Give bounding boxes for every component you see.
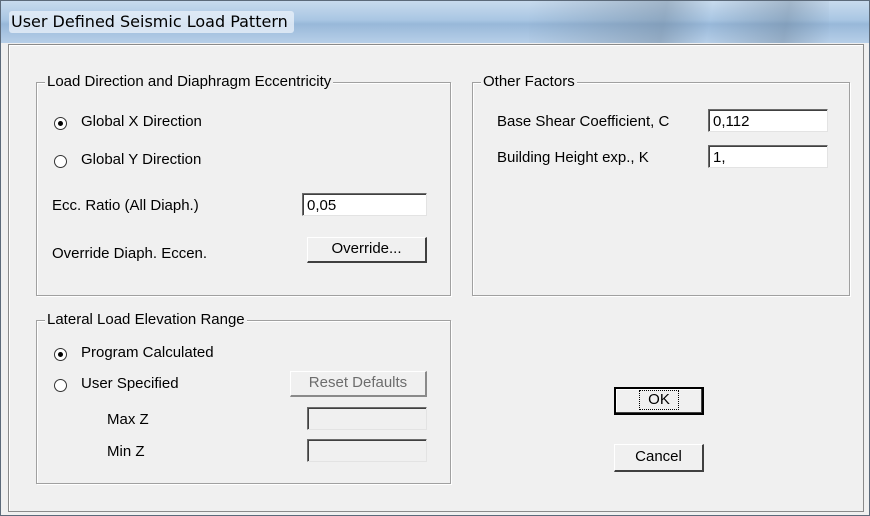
global-x-radio[interactable] <box>54 117 67 130</box>
cancel-button[interactable]: Cancel <box>614 444 704 472</box>
ecc-ratio-input[interactable]: 0,05 <box>302 193 427 216</box>
load-direction-group: Load Direction and Diaphragm Eccentricit… <box>36 73 451 296</box>
ok-focus-rect: OK <box>639 390 679 410</box>
other-factors-group: Other Factors Base Shear Coefficient, C … <box>472 73 850 296</box>
user-specified-label[interactable]: User Specified <box>81 375 179 393</box>
elevation-range-legend: Lateral Load Elevation Range <box>45 311 247 329</box>
max-z-input[interactable] <box>307 407 427 430</box>
height-exp-input[interactable]: 1, <box>708 145 828 168</box>
global-y-radio[interactable] <box>54 155 67 168</box>
dialog-body: Load Direction and Diaphragm Eccentricit… <box>8 44 864 512</box>
ok-label: OK <box>648 391 670 408</box>
max-z-label: Max Z <box>107 411 149 428</box>
load-direction-legend: Load Direction and Diaphragm Eccentricit… <box>45 73 334 91</box>
ecc-ratio-label: Ecc. Ratio (All Diaph.) <box>52 197 199 214</box>
title-bar[interactable]: User Defined Seismic Load Pattern <box>1 1 869 43</box>
override-eccen-label: Override Diaph. Eccen. <box>52 245 208 262</box>
global-x-label[interactable]: Global X Direction <box>81 113 202 131</box>
height-exp-label: Building Height exp., K <box>497 149 649 166</box>
program-calculated-label[interactable]: Program Calculated <box>81 344 214 362</box>
user-specified-radio[interactable] <box>54 379 67 392</box>
min-z-input[interactable] <box>307 439 427 462</box>
base-shear-label: Base Shear Coefficient, C <box>497 113 670 130</box>
window-title: User Defined Seismic Load Pattern <box>9 11 294 33</box>
seismic-load-dialog: User Defined Seismic Load Pattern Load D… <box>0 0 870 516</box>
program-calculated-radio[interactable] <box>54 348 67 361</box>
base-shear-input[interactable]: 0,112 <box>708 109 828 132</box>
title-bar-sheen <box>529 1 829 43</box>
global-y-label[interactable]: Global Y Direction <box>81 151 201 169</box>
min-z-label: Min Z <box>107 443 145 460</box>
elevation-range-group: Lateral Load Elevation Range Program Cal… <box>36 311 451 484</box>
override-button[interactable]: Override... <box>307 237 427 263</box>
ok-button[interactable]: OK <box>614 387 704 415</box>
other-factors-legend: Other Factors <box>481 73 577 91</box>
reset-defaults-button[interactable]: Reset Defaults <box>290 371 427 397</box>
